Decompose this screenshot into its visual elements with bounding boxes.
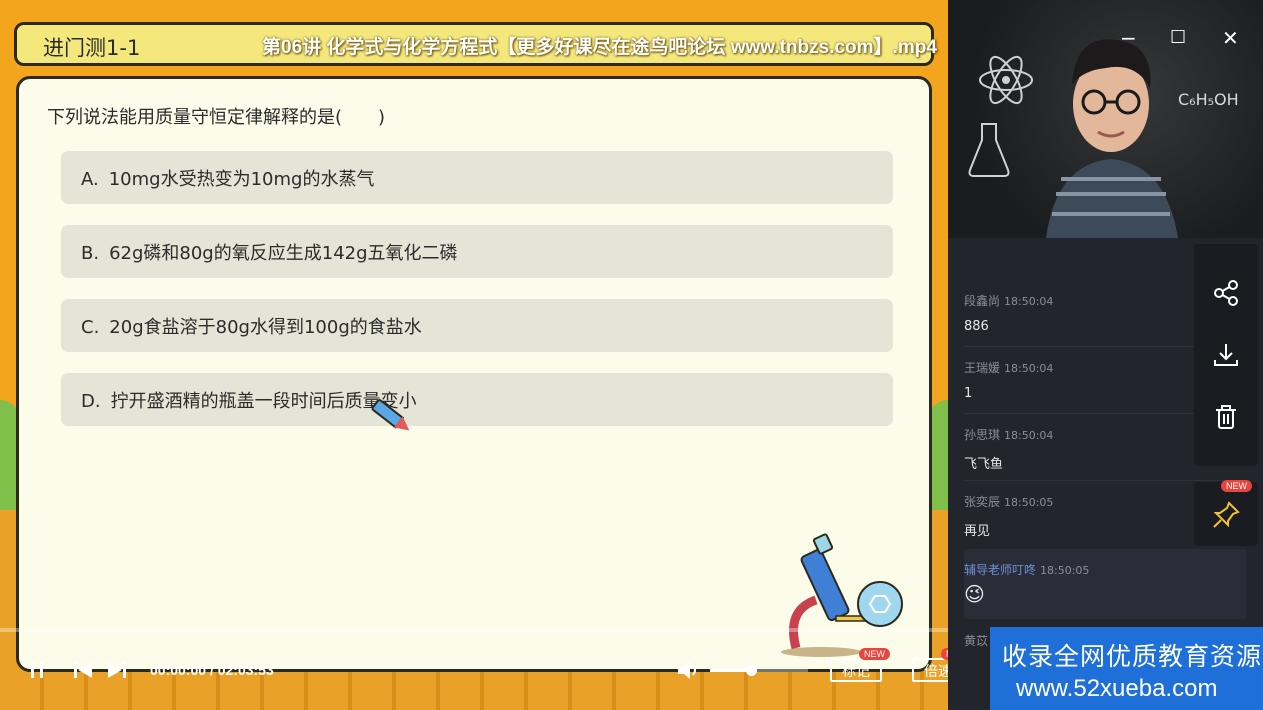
- option-a[interactable]: A. 10mg水受热变为10mg的水蒸气: [61, 151, 893, 204]
- speed-button-label: 倍速: [924, 664, 948, 680]
- question-text: 下列说法能用质量守恒定律解释的是( ): [47, 107, 386, 128]
- chat-username: 黄苡: [964, 634, 989, 648]
- chalk-formula: C₆H₅OH: [1178, 90, 1239, 109]
- chat-time: 18:50:04: [1004, 295, 1054, 308]
- new-badge: NEW: [941, 648, 948, 660]
- chat-message: 段鑫尚 18:50:04 886: [964, 290, 1194, 334]
- new-badge: NEW: [859, 648, 890, 660]
- chat-username: 王瑞媛: [964, 361, 1001, 375]
- progress-bar[interactable]: [0, 628, 948, 632]
- pause-icon[interactable]: [28, 660, 46, 680]
- volume-icon[interactable]: [676, 659, 702, 681]
- flask-icon: [968, 123, 1010, 177]
- chat-message: 孙思琪 18:50:04 飞飞鱼: [964, 424, 1194, 472]
- chat-username: 辅导老师叮咚: [964, 563, 1037, 577]
- quiz-label: 进门测1-1: [43, 36, 141, 60]
- option-letter: D.: [81, 391, 101, 412]
- new-badge: NEW: [1221, 480, 1252, 492]
- chat-divider: [964, 480, 1244, 481]
- atom-icon: [979, 55, 1033, 105]
- chat-message: 张奕辰 18:50:05 再见: [964, 491, 1194, 539]
- ad-slogan: 收录全网优质教育资源: [1002, 642, 1263, 671]
- option-text: 10mg水受热变为10mg的水蒸气: [108, 169, 375, 190]
- watermark-ad: 收录全网优质教育资源 www.52xueba.com: [990, 627, 1263, 710]
- chat-text: 886: [964, 319, 989, 334]
- option-d[interactable]: D. 拧开盛酒精的瓶盖一段时间后质量变小: [61, 373, 893, 426]
- side-toolbar: [1194, 244, 1258, 466]
- mark-button-label: 标记: [842, 664, 870, 680]
- option-letter: C.: [81, 317, 100, 338]
- player-controls: 00:00:00 / 02:03:53 标记 NEW 倍速 NEW: [0, 640, 948, 700]
- teacher-figure: [1046, 39, 1178, 238]
- maximize-button[interactable]: ☐: [1170, 28, 1186, 48]
- option-letter: B.: [81, 243, 100, 264]
- volume-fill: [710, 669, 752, 672]
- chat-username: 张奕辰: [964, 495, 1001, 509]
- next-icon[interactable]: [106, 660, 128, 680]
- volume-knob[interactable]: [746, 665, 758, 676]
- chat-text: 飞飞鱼: [964, 457, 1004, 472]
- minimize-button[interactable]: −: [1120, 28, 1137, 48]
- mark-button[interactable]: 标记 NEW: [830, 648, 890, 682]
- chat-text: 1: [964, 386, 973, 401]
- video-file-title: 第06讲 化学式与化学方程式【更多好课尽在途鸟吧论坛 www.tnbzs.com…: [262, 37, 937, 58]
- option-text: 20g食盐溶于80g水得到100g的食盐水: [109, 317, 422, 338]
- prev-icon[interactable]: [72, 660, 94, 680]
- ad-url: www.52xueba.com: [1016, 675, 1218, 702]
- share-icon[interactable]: [1211, 278, 1241, 308]
- chat-message-teacher: 辅导老师叮咚 18:50:05 😉: [964, 559, 1194, 606]
- chat-message: 王瑞媛 18:50:04 1: [964, 357, 1194, 401]
- pin-button[interactable]: NEW: [1194, 480, 1258, 546]
- chat-time: 18:50:04: [1004, 362, 1054, 375]
- delete-icon[interactable]: [1211, 402, 1241, 432]
- speed-button[interactable]: 倍速 NEW: [912, 648, 948, 682]
- chat-time: 18:50:04: [1004, 429, 1054, 442]
- option-letter: A.: [81, 169, 99, 190]
- chat-time: 18:50:05: [1040, 564, 1090, 577]
- teacher-camera: C₆H₅OH − ☐ ✕: [948, 0, 1263, 238]
- chat-username: 孙思琪: [964, 428, 1001, 442]
- option-c[interactable]: C. 20g食盐溶于80g水得到100g的食盐水: [61, 299, 893, 352]
- volume-slider[interactable]: [710, 665, 808, 676]
- chat-emoji: 😉: [964, 582, 985, 606]
- chat-text: 再见: [964, 524, 991, 539]
- video-player-window: 进门测1-1 第06讲 化学式与化学方程式【更多好课尽在途鸟吧论坛 www.tn…: [0, 0, 1263, 710]
- time-display: 00:00:00 / 02:03:53: [150, 662, 274, 678]
- chat-time: 18:50:05: [1004, 496, 1054, 509]
- option-b[interactable]: B. 62g磷和80g的氧反应生成142g五氧化二磷: [61, 225, 893, 278]
- video-frame[interactable]: 进门测1-1 第06讲 化学式与化学方程式【更多好课尽在途鸟吧论坛 www.tn…: [0, 0, 948, 710]
- option-text: 62g磷和80g的氧反应生成142g五氧化二磷: [109, 243, 458, 264]
- download-icon[interactable]: [1211, 340, 1241, 370]
- pin-icon: [1213, 501, 1240, 528]
- close-button[interactable]: ✕: [1222, 28, 1239, 48]
- chat-username: 段鑫尚: [964, 294, 1001, 308]
